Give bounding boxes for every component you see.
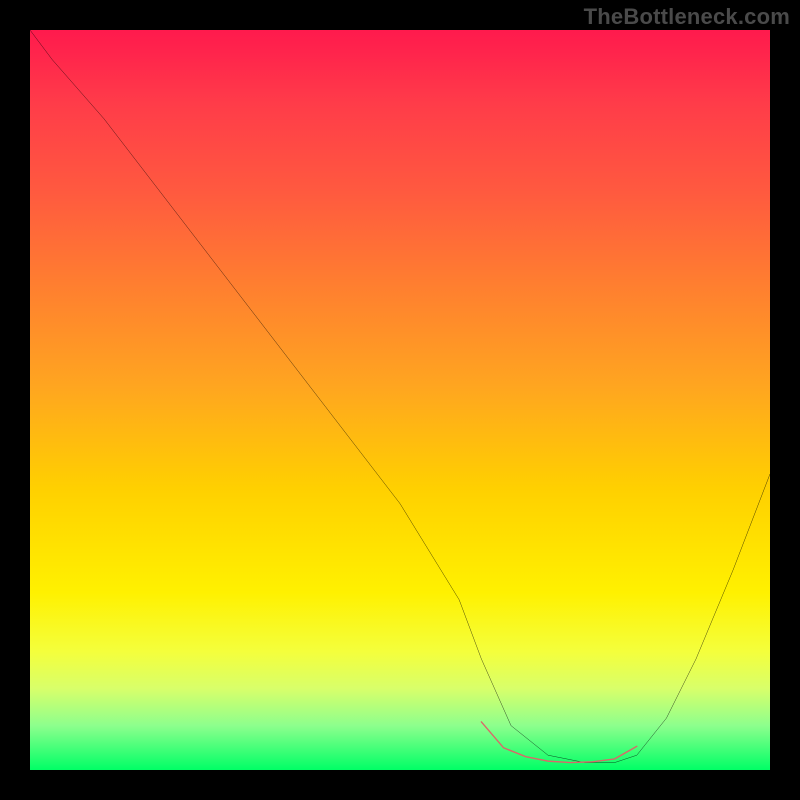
optimal-region-marker (481, 722, 636, 763)
chart-frame: TheBottleneck.com (0, 0, 800, 800)
curve-layer (30, 30, 770, 770)
bottleneck-curve (30, 30, 770, 763)
attribution-text: TheBottleneck.com (584, 4, 790, 30)
plot-area (30, 30, 770, 770)
